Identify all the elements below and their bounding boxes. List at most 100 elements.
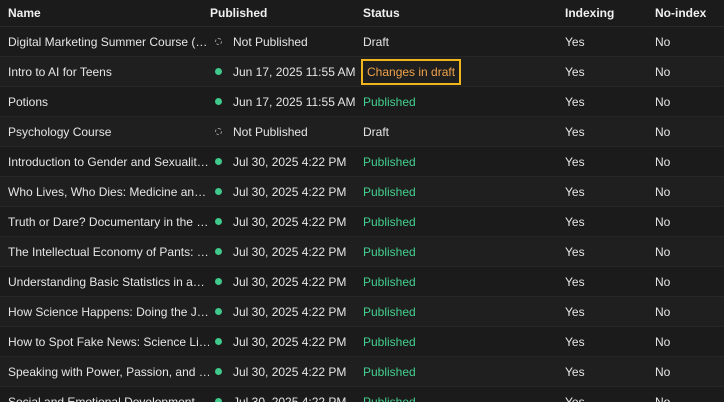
- course-name[interactable]: Speaking with Power, Passion, and Purp..…: [8, 365, 209, 379]
- table-row[interactable]: Intro to AI for Teens Jun 17, 2025 11:55 …: [0, 57, 724, 87]
- row-indexing-cell: Yes: [565, 125, 655, 139]
- course-name[interactable]: The Intellectual Economy of Pants: Fashi…: [8, 245, 209, 259]
- row-name-cell[interactable]: Social and Emotional Development in Ch..…: [0, 395, 209, 402]
- row-published-cell: Jul 30, 2025 4:22 PM: [209, 185, 363, 199]
- row-name-cell[interactable]: Digital Marketing Summer Course (16-18..…: [0, 35, 209, 49]
- indexing-value: Yes: [565, 304, 585, 319]
- table-row[interactable]: Digital Marketing Summer Course (16-18..…: [0, 27, 724, 57]
- status-badge: Published: [363, 184, 416, 199]
- row-name-cell[interactable]: Introduction to Gender and Sexuality St.…: [0, 155, 209, 169]
- table-row[interactable]: Psychology Course Not Published Draft Yes No: [0, 117, 724, 147]
- row-indexing-cell: Yes: [565, 365, 655, 379]
- table-row[interactable]: How to Spot Fake News: Science Litera...…: [0, 327, 724, 357]
- row-status-cell: Published: [363, 365, 565, 379]
- table-row[interactable]: Truth or Dare? Documentary in the 21st .…: [0, 207, 724, 237]
- indexing-value: Yes: [565, 34, 585, 49]
- column-header-status[interactable]: Status: [363, 6, 565, 20]
- published-dot-icon: [215, 98, 222, 105]
- row-name-cell[interactable]: Intro to AI for Teens: [0, 65, 209, 79]
- indexing-value: Yes: [565, 274, 585, 289]
- published-dot-icon: [215, 368, 222, 375]
- course-name[interactable]: Intro to AI for Teens: [8, 65, 209, 79]
- status-badge: Published: [363, 244, 416, 259]
- row-name-cell[interactable]: Potions: [0, 95, 209, 109]
- indexing-value: Yes: [565, 394, 585, 402]
- row-noindex-cell: No: [655, 155, 724, 169]
- row-noindex-cell: No: [655, 215, 724, 229]
- published-date: Jul 30, 2025 4:22 PM: [233, 364, 347, 379]
- table-row[interactable]: Understanding Basic Statistics in and C.…: [0, 267, 724, 297]
- table-row[interactable]: The Intellectual Economy of Pants: Fashi…: [0, 237, 724, 267]
- row-status-cell: Published: [363, 395, 565, 402]
- published-dot-icon: [215, 158, 222, 165]
- course-name[interactable]: Understanding Basic Statistics in and C.…: [8, 275, 209, 289]
- column-header-name[interactable]: Name: [0, 6, 209, 20]
- published-date: Jun 17, 2025 11:55 AM: [233, 64, 356, 79]
- row-name-cell[interactable]: The Intellectual Economy of Pants: Fashi…: [0, 245, 209, 259]
- noindex-value: No: [655, 274, 671, 289]
- published-dot-icon: [215, 308, 222, 315]
- row-published-cell: Jul 30, 2025 4:22 PM: [209, 365, 363, 379]
- row-indexing-cell: Yes: [565, 395, 655, 402]
- row-published-cell: Jul 30, 2025 4:22 PM: [209, 275, 363, 289]
- column-header-published[interactable]: Published: [209, 6, 363, 20]
- row-noindex-cell: No: [655, 305, 724, 319]
- row-published-cell: Jul 30, 2025 4:22 PM: [209, 305, 363, 319]
- row-noindex-cell: No: [655, 365, 724, 379]
- status-badge: Published: [363, 304, 416, 319]
- row-status-cell: Changes in draft: [361, 58, 565, 85]
- row-name-cell[interactable]: How to Spot Fake News: Science Litera...: [0, 335, 209, 349]
- status-badge: Changes in draft: [361, 58, 462, 85]
- published-dot-icon: [215, 218, 222, 225]
- published-date: Jul 30, 2025 4:22 PM: [233, 394, 347, 402]
- published-date: Not Published: [233, 124, 308, 139]
- row-name-cell[interactable]: Truth or Dare? Documentary in the 21st .…: [0, 215, 209, 229]
- table-row[interactable]: Potions Jun 17, 2025 11:55 AM Published Yes…: [0, 87, 724, 117]
- noindex-value: No: [655, 184, 671, 199]
- row-published-cell: Jul 30, 2025 4:22 PM: [209, 245, 363, 259]
- noindex-value: No: [655, 94, 671, 109]
- course-name[interactable]: Potions: [8, 95, 209, 109]
- row-published-cell: Jun 17, 2025 11:55 AM: [209, 95, 363, 109]
- noindex-value: No: [655, 334, 671, 349]
- status-badge: Draft: [363, 124, 390, 139]
- published-date: Jul 30, 2025 4:22 PM: [233, 274, 347, 289]
- table-row[interactable]: Who Lives, Who Dies: Medicine and Soci..…: [0, 177, 724, 207]
- row-status-cell: Published: [363, 275, 565, 289]
- table-row[interactable]: How Science Happens: Doing the Job of...…: [0, 297, 724, 327]
- noindex-value: No: [655, 124, 671, 139]
- table-header: Name Published Status Indexing No-index: [0, 0, 724, 27]
- row-noindex-cell: No: [655, 395, 724, 402]
- row-name-cell[interactable]: Speaking with Power, Passion, and Purp..…: [0, 365, 209, 379]
- course-name[interactable]: Digital Marketing Summer Course (16-18..…: [8, 35, 209, 49]
- course-name[interactable]: Social and Emotional Development in Ch..…: [8, 395, 209, 402]
- column-header-noindex[interactable]: No-index: [655, 6, 724, 20]
- row-status-cell: Published: [363, 155, 565, 169]
- row-name-cell[interactable]: Understanding Basic Statistics in and C.…: [0, 275, 209, 289]
- row-published-cell: Not Published: [209, 35, 363, 49]
- table-row[interactable]: Speaking with Power, Passion, and Purp..…: [0, 357, 724, 387]
- published-date: Jul 30, 2025 4:22 PM: [233, 244, 347, 259]
- row-indexing-cell: Yes: [565, 305, 655, 319]
- row-status-cell: Published: [363, 95, 565, 109]
- indexing-value: Yes: [565, 94, 585, 109]
- row-name-cell[interactable]: Who Lives, Who Dies: Medicine and Soci..…: [0, 185, 209, 199]
- course-name[interactable]: Truth or Dare? Documentary in the 21st .…: [8, 215, 209, 229]
- status-badge: Published: [363, 274, 416, 289]
- course-name[interactable]: How Science Happens: Doing the Job of...: [8, 305, 209, 319]
- published-dot-icon: [215, 188, 222, 195]
- row-status-cell: Published: [363, 305, 565, 319]
- row-published-cell: Jul 30, 2025 4:22 PM: [209, 155, 363, 169]
- row-indexing-cell: Yes: [565, 215, 655, 229]
- course-name[interactable]: Introduction to Gender and Sexuality St.…: [8, 155, 209, 169]
- course-name[interactable]: Who Lives, Who Dies: Medicine and Soci..…: [8, 185, 209, 199]
- row-name-cell[interactable]: Psychology Course: [0, 125, 209, 139]
- course-name[interactable]: Psychology Course: [8, 125, 209, 139]
- column-header-indexing[interactable]: Indexing: [565, 6, 655, 20]
- row-noindex-cell: No: [655, 35, 724, 49]
- course-name[interactable]: How to Spot Fake News: Science Litera...: [8, 335, 209, 349]
- table-row[interactable]: Social and Emotional Development in Ch..…: [0, 387, 724, 402]
- row-name-cell[interactable]: How Science Happens: Doing the Job of...: [0, 305, 209, 319]
- published-date: Not Published: [233, 34, 308, 49]
- table-row[interactable]: Introduction to Gender and Sexuality St.…: [0, 147, 724, 177]
